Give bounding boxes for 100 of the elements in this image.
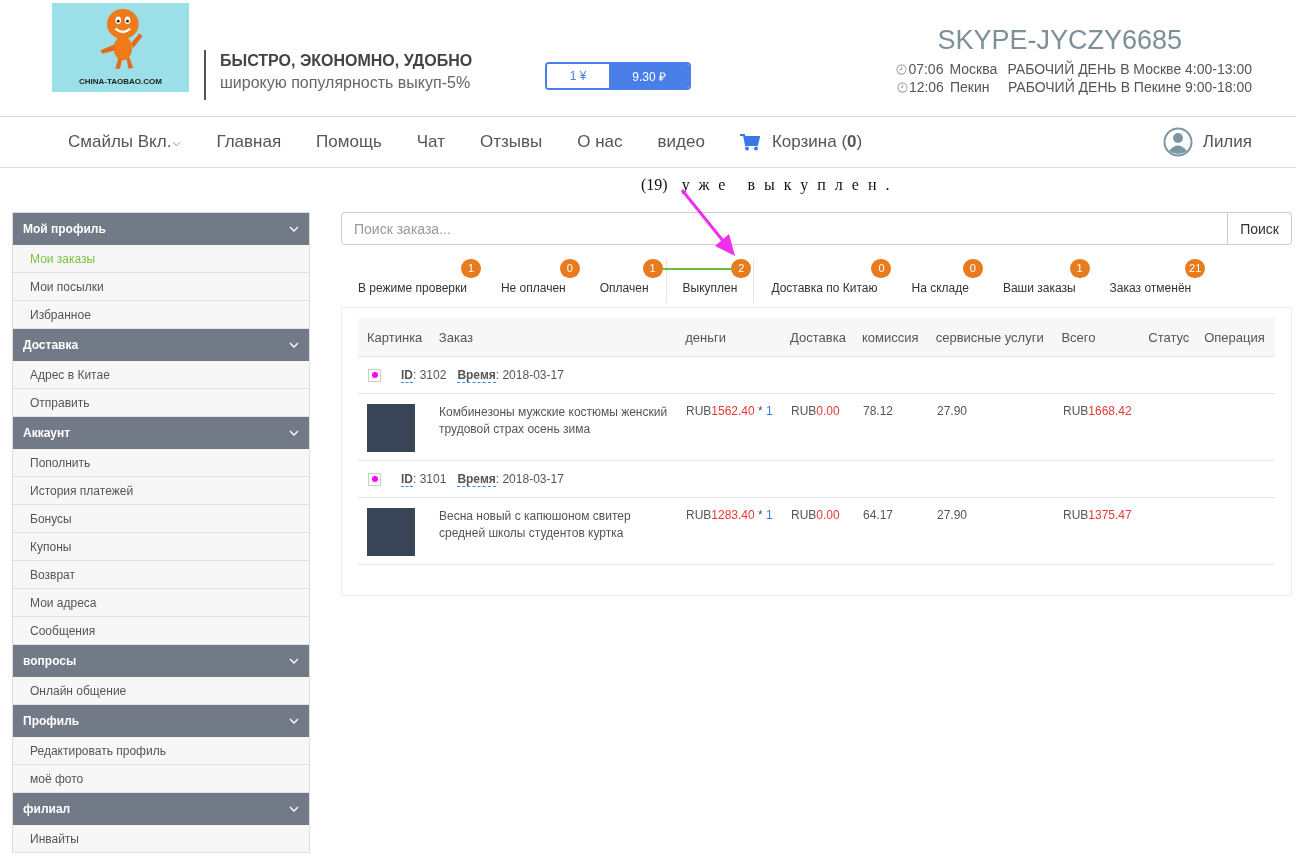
sidebar-item[interactable]: Возврат [13,561,309,589]
count-badge: 2 [731,259,752,278]
caret-icon [172,141,182,147]
sidebar-section-header[interactable]: Аккаунт [13,417,309,449]
status-tab[interactable]: Выкуплен 2 [665,259,755,303]
clock-time: 07:06 [908,60,944,78]
city-name: Москва [949,60,999,78]
sidebar-item[interactable]: Мои адреса [13,589,309,617]
sidebar-item[interactable]: История платежей [13,477,309,505]
clock-time: 12:06 [908,78,944,96]
count-badge: 0 [871,259,892,278]
sidebar-item[interactable]: Онлайн общение [13,677,309,705]
chevron-icon [289,430,299,436]
table-cell-text: RUB1668.42 [1062,403,1133,418]
sidebar-item[interactable]: Отправить [13,389,309,417]
column-header: Операция [1203,329,1266,345]
order-id: ID: 3102 [401,368,447,382]
chevron-icon [289,718,299,724]
nav-link[interactable]: Главная [216,132,282,152]
skype-contact: SKYPE-JYCZY6685 [937,25,1182,56]
clock-icon [896,63,908,75]
sidebar-section-header[interactable]: филиал [13,793,309,825]
nav-link[interactable]: Отзывы [480,132,543,152]
chevron-icon [289,658,299,664]
nav-link[interactable]: Чат [416,132,445,152]
count-badge: 1 [1069,259,1090,278]
sidebar-section-header[interactable]: Мой профиль [13,213,309,245]
order-id: ID: 3101 [401,472,447,486]
nav-dropdown[interactable]: Смайлы Вкл. [68,132,182,152]
sidebar-section-header[interactable]: вопросы [13,645,309,677]
count-badge: 1 [460,259,481,278]
status-tab[interactable]: Ваши заказы 1 [985,259,1093,303]
table-cell-text: 64.17 [862,507,895,522]
nav-link[interactable]: видео [657,132,705,152]
status-tab[interactable]: Не оплачен 0 [483,259,583,303]
cart-icon [739,133,760,151]
count-badge: 21 [1185,259,1206,278]
column-header: Всего [1060,329,1097,345]
sidebar-section-header[interactable]: Профиль [13,705,309,737]
product-name[interactable]: Комбинезоны мужские костюмы женский трудовой страх осень зима [430,403,677,438]
order-time: Время: 2018-03-17 [457,368,564,382]
count-badge: 1 [642,259,663,278]
photo-placeholder [367,404,415,452]
count-badge: 0 [559,259,580,278]
column-header: Картинка [366,329,424,345]
sidebar-item[interactable]: Редактировать профиль [13,737,309,765]
search-button[interactable]: Поиск [1228,212,1292,245]
status-tab[interactable]: Заказ отменён 21 [1092,259,1209,303]
table-cell-text: 27.90 [936,403,969,418]
status-tab[interactable]: В режиме проверки 1 [341,259,484,303]
sidebar-section-header[interactable]: Доставка [13,329,309,361]
subslogan: широкую популярность выкуп-5% [220,74,472,92]
status-tab[interactable]: На складе 0 [894,259,986,303]
table-cell-text: 27.90 [936,507,969,522]
order-time: Время: 2018-03-17 [457,472,564,486]
sidebar-item[interactable]: Инвайты [13,825,309,853]
sidebar-item[interactable]: Пополнить [13,449,309,477]
slogan: БЫСТРО, ЭКОНОМНО, УДОБНО [220,52,473,70]
sidebar-item[interactable]: Купоны [13,533,309,561]
order-marker-icon [368,368,381,382]
column-header: сервисные услуги [934,329,1045,345]
cart-link[interactable]: Корзина (0) [739,132,863,152]
sidebar-item[interactable]: Сообщения [13,617,309,645]
sidebar-item[interactable]: моё фото [13,765,309,793]
sidebar-item[interactable]: Мои посылки [13,273,309,301]
product-name[interactable]: Весна новый с капюшоном свитер средней школы студентов куртка [430,507,677,542]
annotation-number: (19) [641,176,668,193]
city-name: Пекин [949,78,991,96]
count-badge: 0 [962,259,983,278]
column-header: Статус [1147,329,1191,345]
annotation-text: уже выкуплен. [681,176,899,193]
table-cell-text: RUB0.00 [790,403,841,418]
chevron-icon [289,806,299,812]
user-menu[interactable]: Лилия [1162,127,1252,157]
photo-placeholder [367,508,415,556]
logo-text: CHINA-TAOBAO.COM [79,77,162,86]
clock-icon [896,81,908,93]
table-cell-text: RUB1562.40 * 1 [685,403,774,418]
chevron-icon [289,226,299,232]
table-cell-text: 78.12 [862,403,895,418]
sidebar-item[interactable]: Избранное [13,301,309,329]
order-marker-icon [368,472,381,486]
column-header: комиссия [860,329,920,345]
table-cell-text: RUB1375.47 [1062,507,1133,522]
sidebar-item[interactable]: Адрес в Китае [13,361,309,389]
currency-option[interactable]: 9.30 ₽ [609,64,690,88]
search-field[interactable]: Поиск заказа... [341,212,1229,245]
sidebar-item[interactable]: Бонусы [13,505,309,533]
nav-link[interactable]: О нас [577,132,623,152]
working-hours: РАБОЧИЙ ДЕНЬ В Пекине 9:00-18:00 [1007,78,1252,96]
status-tab[interactable]: Доставка по Китаю 0 [754,259,895,303]
working-hours: РАБОЧИЙ ДЕНЬ В Москве 4:00-13:00 [1007,60,1252,78]
column-header: Доставка [789,329,847,345]
status-tab[interactable]: Оплачен 1 [582,259,666,303]
logo-background[interactable]: CHINA-TAOBAO.COM [52,3,189,92]
column-header: Заказ [437,329,474,345]
user-avatar-icon [1162,127,1193,157]
nav-link[interactable]: Помощь [316,132,382,152]
chevron-icon [289,342,299,348]
column-header: деньги [684,329,728,345]
